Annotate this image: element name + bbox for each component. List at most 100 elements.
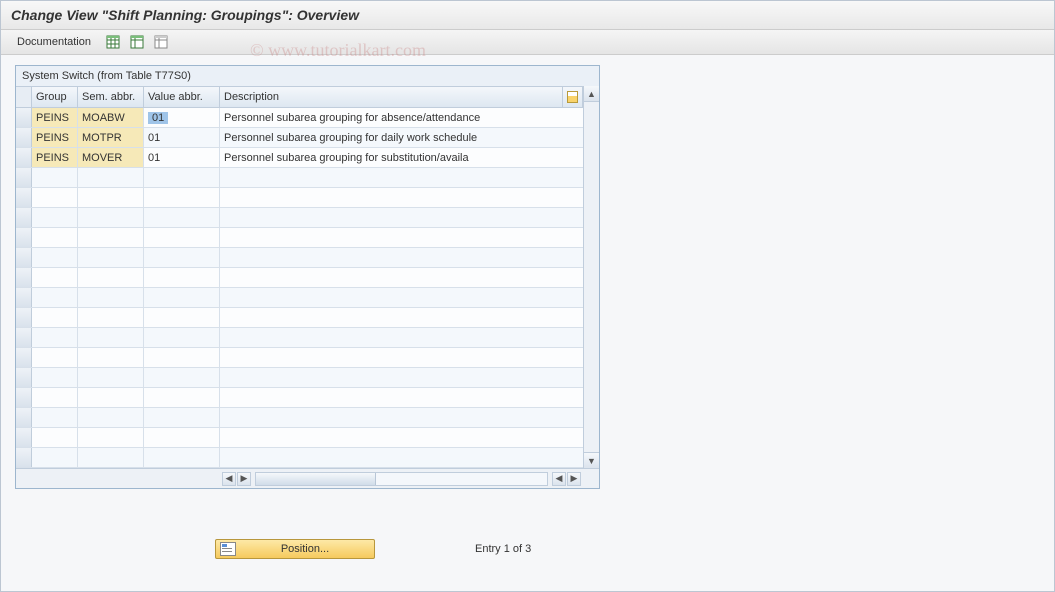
row-selector[interactable]: [16, 448, 32, 467]
table-settings-icon-3[interactable]: [153, 34, 169, 50]
table-row[interactable]: PEINSMOVER01Personnel subarea grouping f…: [16, 148, 583, 168]
cell-value-abbr[interactable]: [144, 328, 220, 347]
cell-value-abbr[interactable]: [144, 408, 220, 427]
row-selector[interactable]: [16, 388, 32, 407]
table-row[interactable]: PEINSMOTPR01Personnel subarea grouping f…: [16, 128, 583, 148]
cell-description: [220, 168, 583, 187]
cell-group: PEINS: [32, 128, 78, 147]
column-description[interactable]: Description: [220, 87, 563, 107]
table-row[interactable]: [16, 188, 583, 208]
toolbar: Documentation: [1, 30, 1054, 55]
cell-group: [32, 188, 78, 207]
row-selector[interactable]: [16, 248, 32, 267]
position-icon: [220, 542, 236, 556]
table-row[interactable]: [16, 248, 583, 268]
cell-sem-abbr: [78, 328, 144, 347]
column-group[interactable]: Group: [32, 87, 78, 107]
table-settings-icon-1[interactable]: [105, 34, 121, 50]
position-button[interactable]: Position...: [215, 539, 375, 559]
cell-sem-abbr: MOVER: [78, 148, 144, 167]
cell-value-abbr[interactable]: [144, 368, 220, 387]
cell-value-abbr[interactable]: [144, 448, 220, 467]
cell-sem-abbr: [78, 188, 144, 207]
vertical-scrollbar[interactable]: ▲ ▼: [583, 86, 599, 468]
cell-description: [220, 368, 583, 387]
table-row[interactable]: [16, 328, 583, 348]
scroll-track[interactable]: [584, 102, 599, 452]
table-row[interactable]: [16, 268, 583, 288]
table-row[interactable]: [16, 168, 583, 188]
cell-group: [32, 208, 78, 227]
cell-description: [220, 188, 583, 207]
cell-group: [32, 248, 78, 267]
column-selector[interactable]: [16, 87, 32, 107]
table-row[interactable]: [16, 308, 583, 328]
table-row[interactable]: [16, 408, 583, 428]
cell-group: [32, 328, 78, 347]
cell-value-abbr[interactable]: [144, 268, 220, 287]
documentation-button[interactable]: Documentation: [11, 34, 97, 50]
row-selector[interactable]: [16, 428, 32, 447]
row-selector[interactable]: [16, 108, 32, 127]
cell-value-abbr[interactable]: [144, 308, 220, 327]
row-selector[interactable]: [16, 348, 32, 367]
row-selector[interactable]: [16, 188, 32, 207]
horizontal-scrollbar[interactable]: ◀ ▶ ◀ ▶: [16, 468, 599, 488]
table-row[interactable]: PEINSMOABW01Personnel subarea grouping f…: [16, 108, 583, 128]
row-selector[interactable]: [16, 268, 32, 287]
column-sem-abbr[interactable]: Sem. abbr.: [78, 87, 144, 107]
cell-value-abbr[interactable]: 01: [144, 148, 220, 167]
cell-group: [32, 348, 78, 367]
hscroll-left-button-2[interactable]: ◀: [552, 472, 566, 486]
table-row[interactable]: [16, 348, 583, 368]
table-row[interactable]: [16, 388, 583, 408]
table-settings-icon-2[interactable]: [129, 34, 145, 50]
cell-sem-abbr: [78, 348, 144, 367]
row-selector[interactable]: [16, 228, 32, 247]
hscroll-right-button-2[interactable]: ▶: [567, 472, 581, 486]
scroll-up-button[interactable]: ▲: [584, 86, 599, 102]
hscroll-thumb[interactable]: [256, 473, 376, 485]
cell-description: Personnel subarea grouping for daily wor…: [220, 128, 583, 147]
table-row[interactable]: [16, 368, 583, 388]
row-selector[interactable]: [16, 308, 32, 327]
hscroll-track[interactable]: [255, 472, 548, 486]
column-value-abbr[interactable]: Value abbr.: [144, 87, 220, 107]
cell-value-abbr[interactable]: [144, 168, 220, 187]
cell-value-abbr[interactable]: 01: [144, 128, 220, 147]
cell-description: [220, 408, 583, 427]
row-selector[interactable]: [16, 168, 32, 187]
cell-value-abbr[interactable]: 01: [144, 108, 220, 127]
row-selector[interactable]: [16, 208, 32, 227]
cell-value-abbr[interactable]: [144, 348, 220, 367]
cell-sem-abbr: [78, 168, 144, 187]
cell-sem-abbr: MOABW: [78, 108, 144, 127]
hscroll-right-button[interactable]: ▶: [237, 472, 251, 486]
row-selector[interactable]: [16, 328, 32, 347]
row-selector[interactable]: [16, 408, 32, 427]
row-selector[interactable]: [16, 148, 32, 167]
row-selector[interactable]: [16, 128, 32, 147]
hscroll-left-button[interactable]: ◀: [222, 472, 236, 486]
table-row[interactable]: [16, 208, 583, 228]
row-selector[interactable]: [16, 288, 32, 307]
cell-value-abbr[interactable]: [144, 288, 220, 307]
table-row[interactable]: [16, 228, 583, 248]
row-selector[interactable]: [16, 368, 32, 387]
table-row[interactable]: [16, 448, 583, 468]
cell-sem-abbr: [78, 408, 144, 427]
cell-value-abbr[interactable]: [144, 248, 220, 267]
table-row[interactable]: [16, 428, 583, 448]
cell-value-abbr[interactable]: [144, 428, 220, 447]
entry-info: Entry 1 of 3: [475, 543, 531, 555]
table-config-button[interactable]: [563, 87, 583, 107]
table-row[interactable]: [16, 288, 583, 308]
scroll-down-button[interactable]: ▼: [584, 452, 599, 468]
cell-value-abbr[interactable]: [144, 188, 220, 207]
cell-value-abbr[interactable]: [144, 208, 220, 227]
cell-value-abbr[interactable]: [144, 228, 220, 247]
header-bar: Change View "Shift Planning: Groupings":…: [1, 1, 1054, 30]
cell-description: [220, 348, 583, 367]
cell-value-abbr[interactable]: [144, 388, 220, 407]
cell-group: [32, 288, 78, 307]
